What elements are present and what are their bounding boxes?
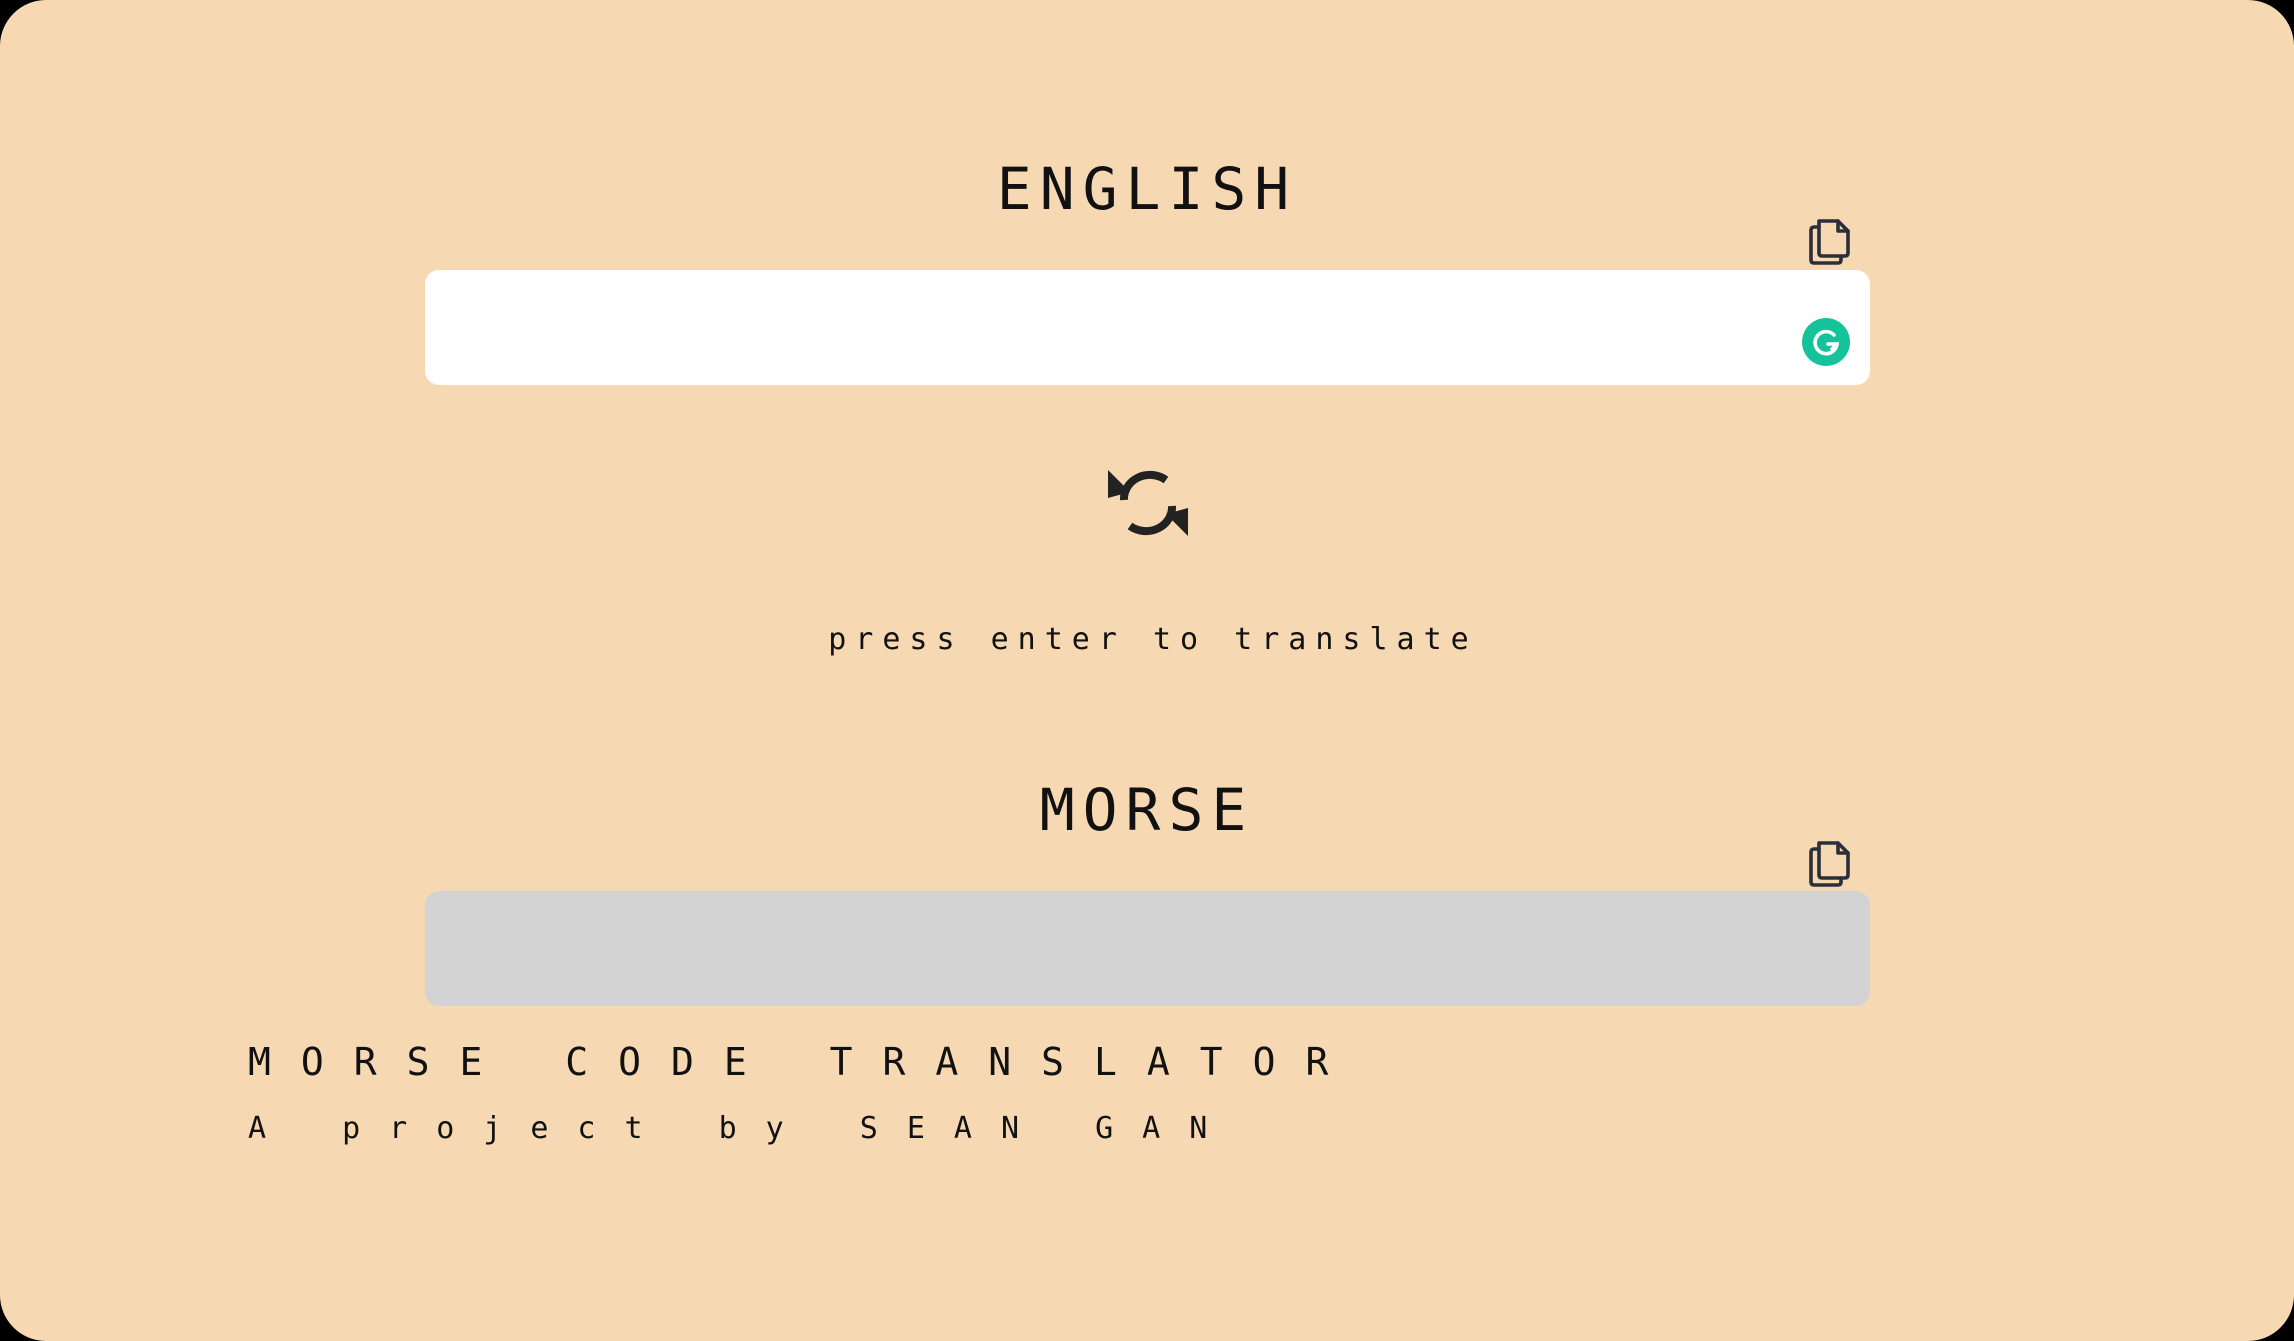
copy-english-button[interactable] <box>1808 212 1852 266</box>
footer-title: MORSE CODE TRANSLATOR <box>248 1040 1359 1084</box>
copy-icon <box>1809 219 1850 265</box>
copy-icon <box>1809 841 1850 887</box>
copy-morse-button[interactable] <box>1808 834 1852 888</box>
translator-card: ENGLISH press enter to translate MORSE M… <box>0 0 2294 1341</box>
grammarly-icon <box>1813 329 1840 356</box>
english-input[interactable] <box>425 270 1870 385</box>
footer-subtitle: A project by SEAN GAN <box>248 1111 1237 1146</box>
swap-button[interactable] <box>1108 462 1188 544</box>
grammarly-button[interactable] <box>1802 318 1850 366</box>
swap-arrows-icon <box>1108 470 1188 536</box>
translate-hint: press enter to translate <box>828 622 1478 657</box>
morse-heading: MORSE <box>1039 776 1255 844</box>
morse-output[interactable] <box>425 891 1870 1006</box>
english-heading: ENGLISH <box>996 155 1298 223</box>
